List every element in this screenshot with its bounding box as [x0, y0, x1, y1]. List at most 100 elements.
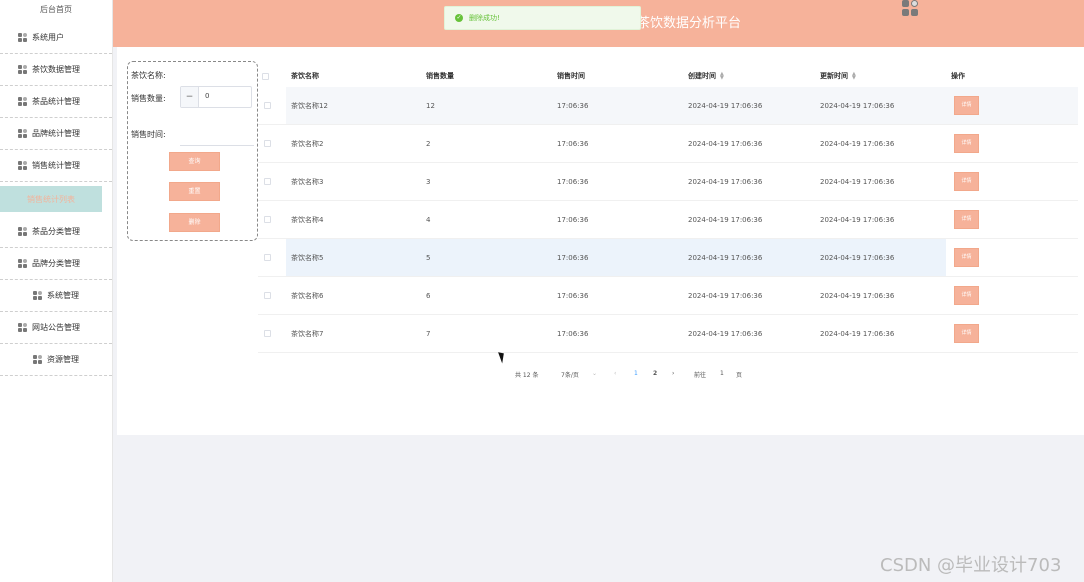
sales-table: 茶饮名称 销售数量 销售时间 创建时间 ▲ ▼ 更新时间 ▲ ▼ 操作 茶饮名称12 1…: [258, 65, 1078, 353]
goto-prefix: 前往: [694, 372, 707, 379]
table-row[interactable]: 茶饮名称5 5 17:06:36 2024-04-19 17:06:36 202…: [258, 239, 1078, 277]
detail-button[interactable]: 详情: [954, 248, 979, 267]
row-checkbox[interactable]: [264, 254, 271, 261]
quantity-value[interactable]: 0: [205, 92, 209, 100]
tea-name-cell: 茶饮名称2: [291, 139, 324, 148]
main-content: 茶饮名称: 销售数量: − 0 销售时间: 查询 重置 删除 茶饮名称 销售数量…: [117, 47, 1084, 435]
column-header: 操作: [951, 72, 965, 80]
sidebar-item-tea-data[interactable]: 茶饮数据管理: [0, 54, 112, 86]
sidebar-item-sales-stats[interactable]: 销售统计管理: [0, 150, 112, 182]
sales-time-input[interactable]: [180, 124, 254, 146]
row-checkbox[interactable]: [264, 140, 271, 147]
qty-cell: 4: [426, 215, 431, 224]
quantity-stepper[interactable]: − 0: [180, 86, 252, 108]
sales-qty-label: 销售数量:: [131, 94, 166, 103]
detail-button[interactable]: 详情: [954, 134, 979, 153]
tea-name-cell: 茶饮名称5: [291, 253, 324, 262]
sidebar-item-label: 系统用户: [32, 33, 64, 42]
sidebar-item-resources[interactable]: 资源管理: [0, 344, 112, 376]
column-header-sortable[interactable]: 更新时间 ▲ ▼: [820, 65, 856, 87]
sidebar-item-label: 茶饮数据管理: [32, 65, 80, 74]
sidebar-home-link[interactable]: 后台首页: [0, 0, 112, 22]
sidebar-item-system[interactable]: 系统管理: [0, 280, 112, 312]
menu-icon: [18, 161, 28, 170]
table-row[interactable]: 茶饮名称3 3 17:06:36 2024-04-19 17:06:36 202…: [258, 163, 1078, 201]
row-checkbox[interactable]: [264, 292, 271, 299]
reset-button[interactable]: 重置: [169, 182, 220, 201]
tea-name-label: 茶饮名称:: [131, 71, 166, 80]
table-header: 茶饮名称 销售数量 销售时间 创建时间 ▲ ▼ 更新时间 ▲ ▼ 操作: [258, 65, 1078, 87]
created-cell: 2024-04-19 17:06:36: [688, 139, 763, 148]
user-menu-icon[interactable]: [902, 0, 920, 18]
sidebar-item-brand-category[interactable]: 品牌分类管理: [0, 248, 112, 280]
menu-icon: [18, 97, 28, 106]
time-cell: 17:06:36: [557, 215, 589, 224]
updated-cell: 2024-04-19 17:06:36: [820, 253, 895, 262]
sidebar-item-system-users[interactable]: 系统用户: [0, 22, 112, 54]
created-cell: 2024-04-19 17:06:36: [688, 291, 763, 300]
detail-button[interactable]: 详情: [954, 172, 979, 191]
sidebar-item-brand-stats[interactable]: 品牌统计管理: [0, 118, 112, 150]
sidebar-item-announcements[interactable]: 网站公告管理: [0, 312, 112, 344]
page-size-select[interactable]: 7条/页: [561, 370, 579, 379]
sort-icon[interactable]: ▲ ▼: [852, 72, 856, 81]
row-checkbox[interactable]: [264, 178, 271, 185]
sidebar-item-label: 茶品统计管理: [32, 97, 80, 106]
updated-cell: 2024-04-19 17:06:36: [820, 101, 895, 110]
sidebar-subitem-sales-list[interactable]: 销售统计列表: [0, 186, 102, 212]
sidebar: 后台首页 系统用户 茶饮数据管理 茶品统计管理 品牌统计管理 销售统计管理 销售…: [0, 0, 113, 582]
qty-cell: 12: [426, 101, 435, 110]
next-page-button[interactable]: ›: [672, 370, 674, 377]
detail-button[interactable]: 详情: [954, 210, 979, 229]
column-header-sortable[interactable]: 创建时间 ▲ ▼: [688, 65, 724, 87]
page-title: 茶饮数据分析平台: [637, 16, 742, 31]
sidebar-item-label: 品牌分类管理: [32, 259, 80, 268]
search-panel: 茶饮名称: 销售数量: − 0 销售时间: 查询 重置 删除: [127, 61, 258, 241]
table-row[interactable]: 茶饮名称2 2 17:06:36 2024-04-19 17:06:36 202…: [258, 125, 1078, 163]
prev-page-button[interactable]: ‹: [614, 370, 616, 377]
updated-cell: 2024-04-19 17:06:36: [820, 215, 895, 224]
sidebar-item-label: 系统管理: [47, 291, 79, 300]
row-checkbox[interactable]: [264, 216, 271, 223]
sidebar-item-tea-stats[interactable]: 茶品统计管理: [0, 86, 112, 118]
sidebar-item-tea-category[interactable]: 茶品分类管理: [0, 216, 112, 248]
goto-page-input[interactable]: 1: [720, 370, 724, 377]
sort-icon[interactable]: ▲ ▼: [720, 72, 724, 81]
sidebar-item-label: 网站公告管理: [32, 323, 80, 332]
time-cell: 17:06:36: [557, 177, 589, 186]
column-header-label: 创建时间: [688, 72, 716, 80]
time-cell: 17:06:36: [557, 139, 589, 148]
table-row[interactable]: 茶饮名称4 4 17:06:36 2024-04-19 17:06:36 202…: [258, 201, 1078, 239]
decrement-button[interactable]: −: [181, 87, 199, 107]
updated-cell: 2024-04-19 17:06:36: [820, 177, 895, 186]
row-checkbox[interactable]: [264, 102, 271, 109]
page-number[interactable]: 2: [653, 370, 657, 377]
row-checkbox[interactable]: [264, 330, 271, 337]
table-row[interactable]: 茶饮名称7 7 17:06:36 2024-04-19 17:06:36 202…: [258, 315, 1078, 353]
time-cell: 17:06:36: [557, 253, 589, 262]
qty-cell: 5: [426, 253, 431, 262]
sidebar-item-label: 茶品分类管理: [32, 227, 80, 236]
qty-cell: 7: [426, 329, 431, 338]
qty-cell: 6: [426, 291, 431, 300]
menu-icon: [18, 323, 28, 332]
select-all-checkbox[interactable]: [262, 72, 269, 80]
chevron-down-icon[interactable]: ⌄: [592, 370, 597, 377]
table-row[interactable]: 茶饮名称12 12 17:06:36 2024-04-19 17:06:36 2…: [258, 87, 1078, 125]
detail-button[interactable]: 详情: [954, 286, 979, 305]
menu-icon: [18, 65, 28, 74]
time-cell: 17:06:36: [557, 291, 589, 300]
column-header: 销售数量: [426, 72, 454, 80]
delete-button[interactable]: 删除: [169, 213, 220, 232]
toast-message: 删除成功!: [469, 14, 500, 22]
goto-suffix: 页: [736, 372, 743, 379]
menu-icon: [33, 291, 43, 300]
detail-button[interactable]: 详情: [954, 96, 979, 115]
column-header: 销售时间: [557, 72, 585, 80]
sales-time-label: 销售时间:: [131, 130, 166, 139]
table-row[interactable]: 茶饮名称6 6 17:06:36 2024-04-19 17:06:36 202…: [258, 277, 1078, 315]
tea-name-cell: 茶饮名称6: [291, 291, 324, 300]
detail-button[interactable]: 详情: [954, 324, 979, 343]
page-number-current[interactable]: 1: [634, 370, 638, 377]
query-button[interactable]: 查询: [169, 152, 220, 171]
